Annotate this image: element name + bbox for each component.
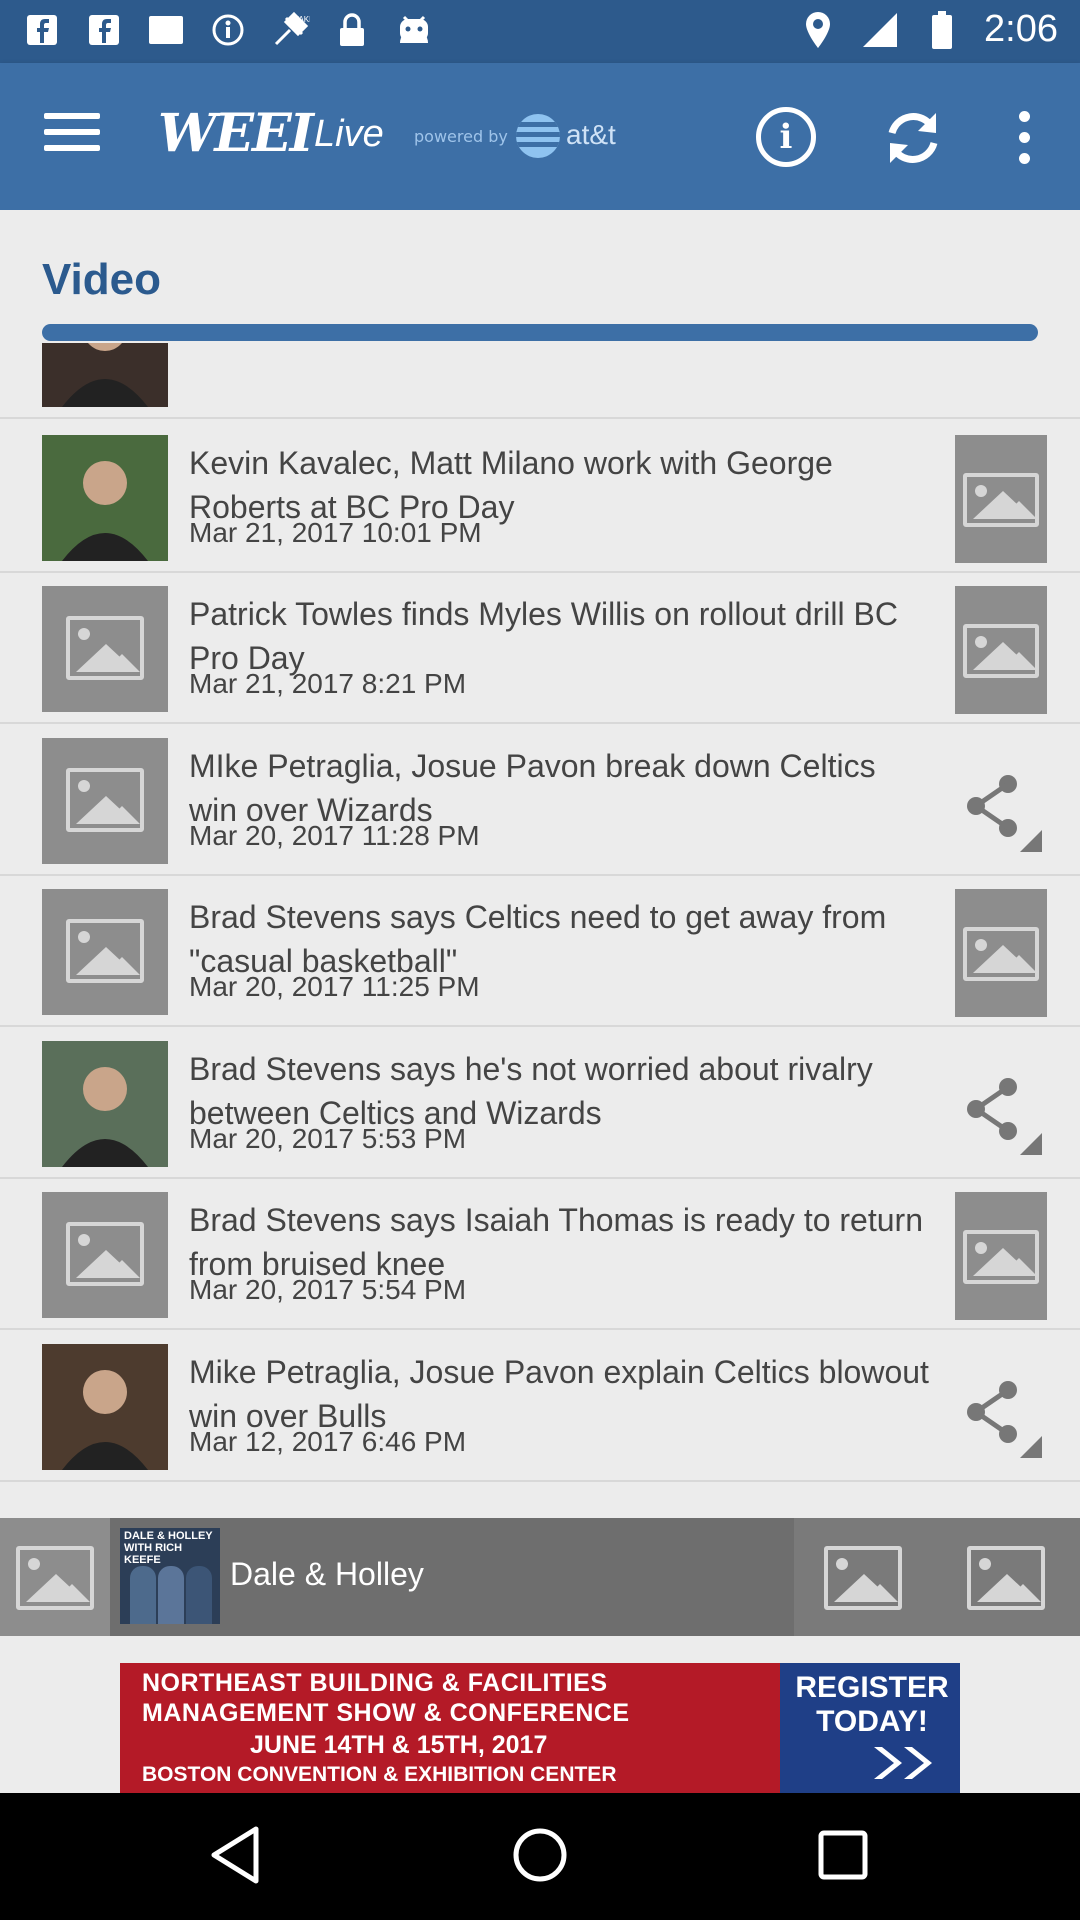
menu-icon[interactable] — [44, 113, 100, 159]
system-nav-bar — [0, 1793, 1080, 1920]
image-placeholder-icon — [42, 738, 168, 864]
android-icon — [394, 10, 434, 50]
share-icon[interactable] — [956, 1372, 1046, 1462]
player-image-icon — [0, 1518, 110, 1636]
lock-icon — [332, 10, 372, 50]
list-item[interactable]: Brad Stevens says Celtics need to get aw… — [0, 875, 1080, 1027]
now-playing-bar[interactable]: DALE & HOLLEY WITH RICH KEEFE Dale & Hol… — [0, 1518, 1080, 1636]
status-bar: FAKE 2:06 — [0, 0, 1080, 63]
share-icon[interactable] — [956, 766, 1046, 856]
signal-icon — [860, 10, 900, 50]
ad-line: MANAGEMENT SHOW & CONFERENCE — [142, 1699, 630, 1727]
ad-register-button[interactable]: REGISTER TODAY! — [780, 1663, 960, 1793]
video-thumbnail — [42, 343, 168, 407]
video-title: Brad Stevens says Isaiah Thomas is ready… — [189, 1202, 923, 1282]
info-icon[interactable]: i — [756, 107, 816, 167]
battery-icon — [922, 10, 962, 50]
back-icon[interactable] — [198, 1815, 278, 1895]
image-placeholder-icon[interactable] — [955, 1192, 1047, 1320]
list-item[interactable]: Brad Stevens says Isaiah Thomas is ready… — [0, 1178, 1080, 1330]
fake-gps-icon: FAKE — [270, 10, 310, 50]
share-icon[interactable] — [956, 1069, 1046, 1159]
home-icon[interactable] — [500, 1815, 580, 1895]
att-globe-icon — [516, 114, 560, 158]
image-placeholder-icon — [42, 586, 168, 712]
ad-line: BOSTON CONVENTION & EXHIBITION CENTER — [142, 1763, 617, 1786]
video-date: Mar 21, 2017 8:21 PM — [189, 668, 467, 699]
image-placeholder-icon[interactable] — [955, 889, 1047, 1017]
video-date: Mar 20, 2017 11:25 PM — [189, 971, 480, 1002]
ad-banner[interactable]: NORTHEAST BUILDING & FACILITIES MANAGEME… — [120, 1663, 960, 1793]
video-title: Brad Stevens says Celtics need to get aw… — [189, 899, 887, 979]
video-date: Mar 12, 2017 6:46 PM — [189, 1426, 467, 1457]
list-item[interactable]: Patrick Towles finds Myles Willis on rol… — [0, 572, 1080, 724]
double-arrow-icon — [864, 1743, 944, 1783]
player-show-info[interactable]: DALE & HOLLEY WITH RICH KEEFE Dale & Hol… — [110, 1518, 794, 1636]
facebook-icon — [22, 10, 62, 50]
video-title: MIke Petraglia, Josue Pavon break down C… — [189, 748, 876, 828]
ad-line: NORTHEAST BUILDING & FACILITIES — [142, 1669, 608, 1697]
ad-cta: REGISTER TODAY! — [795, 1671, 949, 1738]
status-time: 2:06 — [984, 8, 1058, 50]
app-square-icon — [146, 10, 186, 50]
wifi-info-icon — [208, 10, 248, 50]
video-thumbnail — [42, 1041, 168, 1167]
facebook-icon — [84, 10, 124, 50]
video-date: Mar 20, 2017 5:53 PM — [189, 1123, 467, 1154]
video-title: Mike Petraglia, Josue Pavon explain Celt… — [189, 1354, 929, 1434]
video-title: Brad Stevens says he's not worried about… — [189, 1051, 873, 1131]
app-logo-live: Live — [314, 113, 384, 155]
video-thumbnail — [42, 1344, 168, 1470]
section-title: Video — [42, 255, 162, 304]
image-placeholder-icon — [42, 1192, 168, 1318]
recents-icon[interactable] — [803, 1815, 883, 1895]
refresh-icon[interactable] — [880, 105, 946, 171]
svg-text:FAKE: FAKE — [294, 15, 310, 24]
content-area: Video wherever in secondary BC Pro DayMa… — [0, 210, 1080, 1793]
video-list[interactable]: wherever in secondary BC Pro DayMar 21, … — [0, 343, 1080, 1693]
video-date: Mar 20, 2017 11:28 PM — [189, 820, 480, 851]
more-icon[interactable] — [1014, 111, 1034, 167]
ad-line: JUNE 14TH & 15TH, 2017 — [250, 1731, 548, 1759]
list-item[interactable]: MIke Petraglia, Josue Pavon break down C… — [0, 724, 1080, 876]
player-show-title: Dale & Holley — [230, 1556, 424, 1592]
list-item[interactable]: wherever in secondary BC Pro DayMar 21, … — [0, 343, 1080, 419]
app-bar: WEEI Live powered by at&t i — [0, 63, 1080, 210]
section-divider — [42, 324, 1038, 341]
video-date: Mar 20, 2017 5:54 PM — [189, 1274, 467, 1305]
powered-by-label: powered by — [414, 127, 508, 146]
show-artwork: DALE & HOLLEY WITH RICH KEEFE — [120, 1528, 220, 1624]
player-image-button[interactable] — [937, 1518, 1080, 1636]
video-date: Mar 21, 2017 10:01 PM — [189, 517, 482, 548]
list-item[interactable]: Kevin Kavalec, Matt Milano work with Geo… — [0, 421, 1080, 573]
image-placeholder-icon — [42, 889, 168, 1015]
image-placeholder-icon[interactable] — [955, 435, 1047, 563]
video-thumbnail — [42, 435, 168, 561]
app-logo: WEEI — [158, 103, 314, 164]
list-item[interactable]: Mike Petraglia, Josue Pavon explain Celt… — [0, 1330, 1080, 1482]
video-title: Patrick Towles finds Myles Willis on rol… — [189, 596, 898, 676]
image-placeholder-icon[interactable] — [955, 586, 1047, 714]
player-image-button[interactable] — [794, 1518, 937, 1636]
location-icon — [798, 10, 838, 50]
list-item[interactable]: Brad Stevens says he's not worried about… — [0, 1027, 1080, 1179]
video-title: Kevin Kavalec, Matt Milano work with Geo… — [189, 445, 833, 525]
sponsor-label: at&t — [566, 119, 616, 150]
